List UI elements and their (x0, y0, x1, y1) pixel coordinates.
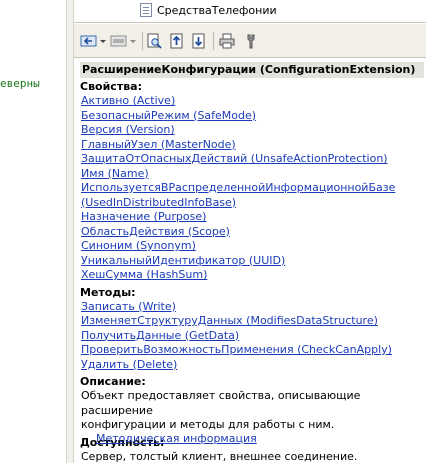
sync-icon (191, 33, 207, 49)
property-link-used-in-distributed-infobase[interactable]: ИспользуетсяВРаспределеннойИнформационно… (80, 181, 424, 196)
property-link-version[interactable]: Версия (Version) (80, 123, 424, 138)
properties-list: Активно (Active) БезопасныйРежим (SafeMo… (80, 94, 424, 283)
help-toolbar (74, 24, 426, 58)
methods-list: Записать (Write) ИзменяетСтруктуруДанных… (80, 300, 424, 373)
description-heading: Описание: (80, 375, 424, 389)
property-link-safe-mode[interactable]: БезопасныйРежим (SafeMode) (80, 109, 424, 124)
method-link-delete[interactable]: Удалить (Delete) (80, 358, 424, 373)
code-editor-pane[interactable]: еверны (0, 0, 66, 463)
method-link-check-can-apply[interactable]: ПроверитьВозможностьПрименения (CheckCan… (80, 343, 424, 358)
tree-item-telephony[interactable]: СредстваТелефонии (140, 3, 277, 17)
properties-heading: Свойства: (80, 80, 424, 94)
forward-icon (110, 33, 138, 49)
go-up-button[interactable] (168, 32, 186, 50)
property-link-synonym[interactable]: Синоним (Synonym) (80, 239, 424, 254)
methods-heading: Методы: (80, 286, 424, 300)
page-title: РасширениеКонфигурации (ConfigurationExt… (80, 62, 424, 78)
help-content: РасширениеКонфигурации (ConfigurationExt… (80, 62, 424, 464)
object-tree: СредстваТелефонии (74, 0, 426, 23)
pane-splitter[interactable] (66, 0, 74, 463)
property-link-purpose[interactable]: Назначение (Purpose) (80, 210, 424, 225)
property-link-scope[interactable]: ОбластьДействия (Scope) (80, 225, 424, 240)
syntax-assistant-pane: СредстваТелефонии (74, 0, 426, 463)
forward-button[interactable] (110, 32, 138, 50)
print-icon (219, 33, 235, 49)
property-link-hash-sum[interactable]: ХешСумма (HashSum) (80, 268, 424, 283)
method-link-modifies-data-structure[interactable]: ИзменяетСтруктуруДанных (ModifiesDataStr… (80, 314, 424, 329)
go-up-icon (169, 33, 185, 49)
method-info-link[interactable]: Методическая информация (96, 432, 257, 445)
code-fragment: еверны (0, 77, 40, 90)
description-line: Объект предоставляет свойства, описывающ… (80, 389, 424, 418)
property-link-name[interactable]: Имя (Name) (80, 167, 424, 182)
find-icon (147, 33, 163, 49)
document-icon (140, 3, 152, 17)
property-link-unsafe-action-protection[interactable]: ЗащитаОтОпасныхДействий (UnsafeActionPro… (80, 152, 424, 167)
availability-text: Сервер, толстый клиент, внешнее соединен… (80, 450, 424, 464)
back-icon (80, 33, 108, 49)
property-link-master-node[interactable]: ГлавныйУзел (MasterNode) (80, 138, 424, 153)
find-button[interactable] (146, 32, 164, 50)
method-link-get-data[interactable]: ПолучитьДанные (GetData) (80, 329, 424, 344)
print-button[interactable] (218, 32, 236, 50)
method-link-write[interactable]: Записать (Write) (80, 300, 424, 315)
settings-icon (243, 33, 259, 49)
description-line: конфигурации и методы для работы с ним. (80, 418, 424, 433)
tree-item-label: СредстваТелефонии (157, 4, 277, 17)
property-link-used-in-distributed-infobase-en[interactable]: (UsedInDistributedInfoBase) (80, 196, 424, 211)
back-button[interactable] (80, 32, 108, 50)
settings-button[interactable] (242, 32, 260, 50)
sync-button[interactable] (190, 32, 208, 50)
property-link-active[interactable]: Активно (Active) (80, 94, 424, 109)
property-link-uuid[interactable]: УникальныйИдентификатор (UUID) (80, 254, 424, 269)
